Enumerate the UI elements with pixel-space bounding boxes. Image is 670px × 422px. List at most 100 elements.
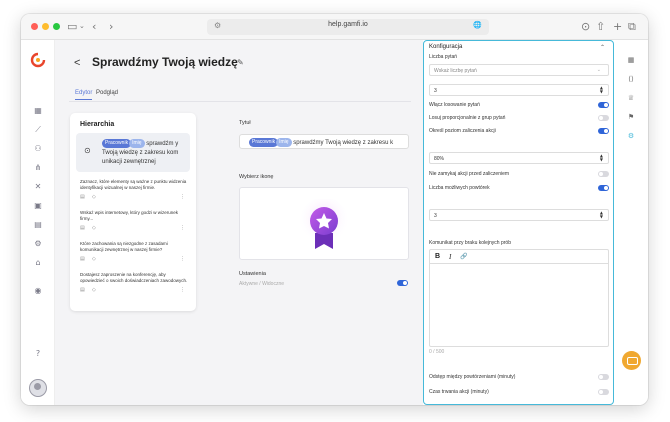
settings-icon[interactable]: ⚙ xyxy=(32,239,44,248)
clock-icon: ⊙ xyxy=(84,146,91,155)
noclose-label: Nie zamykaj akcji przed zaliczeniem xyxy=(429,171,510,177)
grid-icon[interactable]: ▦ xyxy=(625,56,637,64)
interval-label: Odstęp między powtórzeniami (minuty) xyxy=(429,374,516,380)
home-icon[interactable]: ⌂ xyxy=(32,258,44,267)
dashboard-icon[interactable]: ▦ xyxy=(32,106,44,115)
list-item[interactable]: Które zachowania są niezgodne z zasadami… xyxy=(80,241,190,262)
message-label: Komunikat przy braku kolejnych prób xyxy=(429,240,511,246)
retries-input[interactable]: 3 ▲ ▼ xyxy=(429,209,609,221)
noclose-toggle[interactable] xyxy=(598,171,609,177)
icon-picker[interactable] xyxy=(239,187,409,260)
list-icon: ▤ xyxy=(80,287,85,293)
close-window-button[interactable] xyxy=(31,23,38,30)
maximize-window-button[interactable] xyxy=(53,23,60,30)
variable-pill: Imię xyxy=(276,138,292,147)
count-value: 3 xyxy=(434,88,437,94)
editor-toolbar: B I 🔗 xyxy=(430,250,608,264)
help-icon[interactable]: ? xyxy=(32,349,44,358)
interval-toggle[interactable] xyxy=(598,374,609,380)
new-tab-icon[interactable]: + xyxy=(613,20,622,33)
address-bar[interactable]: ⚙ help.gamfi.io 🌐 xyxy=(207,19,489,35)
download-icon[interactable]: ⊙ xyxy=(581,20,590,33)
list-item[interactable]: Zaznacz, które elementy są ważne z punkt… xyxy=(80,179,190,200)
editor-main: < Sprawdźmy Twoją wiedzę ✎ Edytor Podglą… xyxy=(55,40,423,405)
tag-icon: ◇ xyxy=(92,225,96,231)
calendar-icon[interactable]: ▣ xyxy=(32,201,44,210)
edit-title-icon[interactable]: ✎ xyxy=(237,58,244,67)
back-arrow-icon[interactable]: ‹ xyxy=(92,20,96,33)
browser-window: ▭ ⌄ ‹ › ⚙ help.gamfi.io 🌐 ⊙ ⇧ + ⧉ ▦ ⟋ ⚇ … xyxy=(21,14,648,405)
more-icon[interactable]: ⋮ xyxy=(180,287,185,293)
variable-pill: Pracownik xyxy=(249,138,279,147)
char-counter: 0 / 500 xyxy=(429,349,445,355)
stepper-icon[interactable]: ▲ ▼ xyxy=(600,211,603,219)
chevron-down-icon: ⌄ xyxy=(596,67,601,73)
trophy-icon[interactable]: ♕ xyxy=(625,94,637,102)
random-toggle[interactable] xyxy=(598,102,609,108)
interval-row: Odstęp między powtórzeniami (minuty) xyxy=(429,372,609,382)
tabs-overview-icon[interactable]: ⧉ xyxy=(628,20,636,33)
tab-editor[interactable]: Edytor xyxy=(75,87,93,100)
profile-icon[interactable]: ◉ xyxy=(32,286,44,295)
duration-toggle[interactable] xyxy=(598,389,609,395)
proportional-row: Losuj proporcjonalnie z grup pytań xyxy=(429,113,609,123)
more-icon[interactable]: ⋮ xyxy=(180,194,185,200)
collapse-icon[interactable]: ⌃ xyxy=(600,44,605,51)
question-count-select[interactable]: Wskaż liczbę pytań ⌄ xyxy=(429,64,609,76)
minimize-window-button[interactable] xyxy=(42,23,49,30)
analytics-icon[interactable]: ⟋ xyxy=(32,125,44,135)
hierarchy-icon[interactable]: ⋔ xyxy=(32,163,44,172)
users-icon[interactable]: ⚇ xyxy=(32,144,44,153)
stepper-icon[interactable]: ▲ ▼ xyxy=(600,154,603,162)
tab-preview[interactable]: Podgląd xyxy=(96,87,118,99)
question-count-placeholder: Wskaż liczbę pytań xyxy=(434,68,477,74)
forward-arrow-icon[interactable]: › xyxy=(109,20,113,33)
question-text: Dostajesz zaproszenie na konferencję, ab… xyxy=(80,272,188,283)
chevron-down-icon[interactable]: ⌄ xyxy=(79,20,85,33)
flag-icon[interactable]: ⚑ xyxy=(625,113,637,121)
back-button[interactable]: < xyxy=(74,57,80,69)
title-input[interactable]: Pracownik Imię sprawdźmy Twoją wiedzę z z… xyxy=(239,134,409,149)
active-visible-toggle[interactable] xyxy=(397,280,408,286)
question-text: Które zachowania są niezgodne z zasadami… xyxy=(80,241,168,252)
tag-icon: ◇ xyxy=(92,287,96,293)
pass-input[interactable]: 80% ▲ ▼ xyxy=(429,152,609,164)
pass-value: 80% xyxy=(434,156,445,162)
settings-label: Ustawienia xyxy=(239,271,266,277)
variable-pill: Pracownik xyxy=(102,139,132,148)
italic-button[interactable]: I xyxy=(449,253,451,261)
pass-toggle[interactable] xyxy=(598,128,609,134)
more-icon[interactable]: ⋮ xyxy=(180,256,185,262)
tabs-divider xyxy=(69,101,411,102)
list-item[interactable]: Wskaż wpis internetowy, który godzi w wi… xyxy=(80,210,190,231)
more-icon[interactable]: ⋮ xyxy=(180,225,185,231)
list-icon: ▤ xyxy=(80,194,85,200)
message-editor[interactable]: B I 🔗 xyxy=(429,249,609,347)
translate-icon[interactable]: 🌐 xyxy=(473,21,482,29)
chat-icon[interactable] xyxy=(622,351,641,370)
proportional-toggle[interactable] xyxy=(598,115,609,121)
code-icon[interactable]: ⟨⟩ xyxy=(625,75,637,83)
bold-button[interactable]: B xyxy=(435,253,440,260)
retries-row: Liczba możliwych powtórek xyxy=(429,183,609,193)
proportional-label: Losuj proporcjonalnie z grup pytań xyxy=(429,115,506,121)
retries-value: 3 xyxy=(434,213,437,219)
retries-toggle[interactable] xyxy=(598,185,609,191)
clipboard-icon[interactable]: ▤ xyxy=(32,220,44,229)
user-avatar[interactable] xyxy=(29,379,47,397)
question-text: Wskaż wpis internetowy, który godzi w wi… xyxy=(80,210,178,221)
count-input[interactable]: 3 ▲ ▼ xyxy=(429,84,609,96)
question-text: Zaznacz, które elementy są ważne z punkt… xyxy=(80,179,187,190)
sidebar-toggle-icon[interactable]: ▭ xyxy=(67,20,77,33)
list-item[interactable]: Dostajesz zaproszenie na konferencję, ab… xyxy=(80,272,190,293)
root-item-head: sprawdźm xyxy=(146,141,174,148)
link-button[interactable]: 🔗 xyxy=(460,253,467,260)
pass-label: Określ poziom zaliczenia akcji xyxy=(429,128,496,134)
hierarchy-root-item[interactable]: ⊙ Pracownik Imię sprawdźm y Twoją wiedzę … xyxy=(76,133,190,172)
gamfi-logo-icon[interactable] xyxy=(30,52,46,68)
root-item-text: Pracownik Imię sprawdźm y Twoją wiedzę z … xyxy=(102,139,186,167)
tools-icon[interactable]: ✕ xyxy=(32,182,44,191)
share-icon[interactable]: ⇧ xyxy=(596,20,605,33)
stepper-icon[interactable]: ▲ ▼ xyxy=(600,86,603,94)
settings-icon[interactable]: ⚙ xyxy=(625,132,637,140)
